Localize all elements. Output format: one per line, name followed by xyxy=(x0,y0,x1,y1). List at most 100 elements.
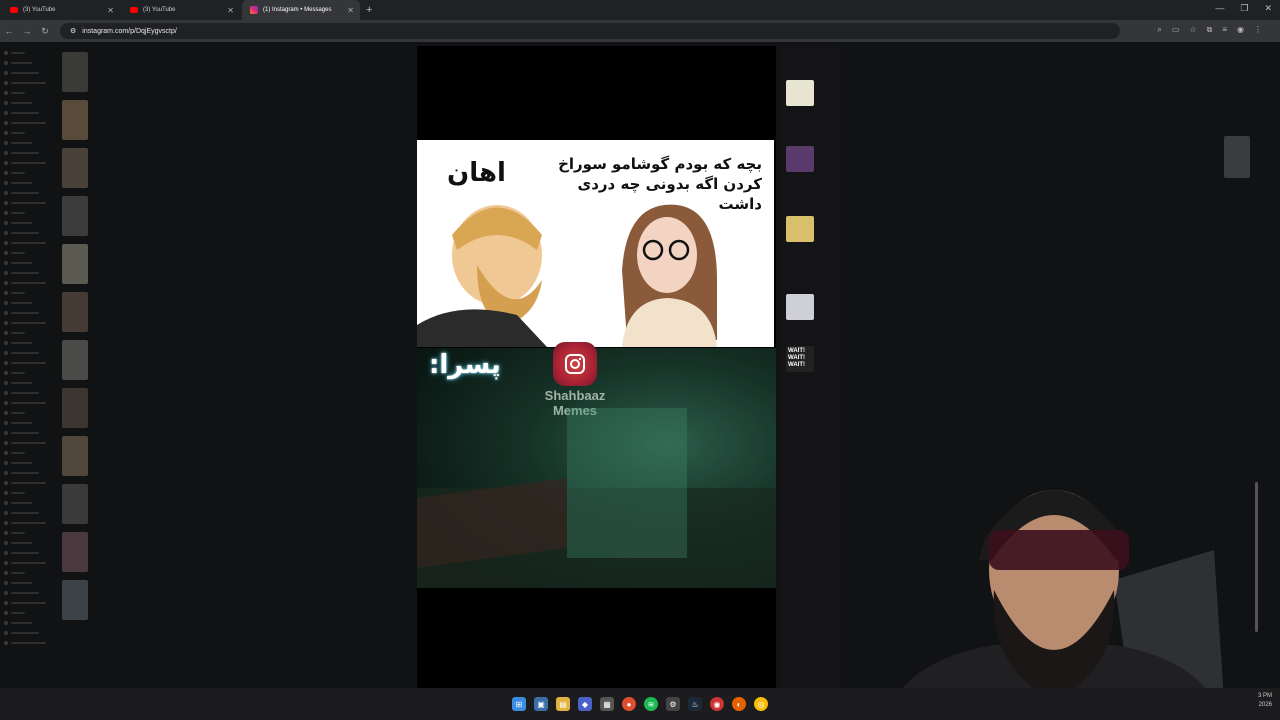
message-row[interactable] xyxy=(4,570,60,576)
message-row[interactable] xyxy=(4,70,60,76)
feed-thumbnail[interactable] xyxy=(786,146,814,172)
message-row[interactable] xyxy=(4,240,60,246)
message-row[interactable] xyxy=(4,360,60,366)
shared-media-thumbnail[interactable] xyxy=(62,436,88,476)
message-row[interactable] xyxy=(4,610,60,616)
message-row[interactable] xyxy=(4,340,60,346)
menu-icon[interactable]: ⋮ xyxy=(1254,25,1262,35)
media-icon[interactable]: ≡ xyxy=(1222,25,1227,35)
message-row[interactable] xyxy=(4,540,60,546)
folder-icon[interactable]: ▤ xyxy=(556,697,570,711)
message-row[interactable] xyxy=(4,260,60,266)
message-row[interactable] xyxy=(4,300,60,306)
message-row[interactable] xyxy=(4,140,60,146)
message-row[interactable] xyxy=(4,440,60,446)
tab-instagram[interactable]: (1) Instagram • Messages ✕ xyxy=(242,0,360,20)
feed-thumbnail[interactable] xyxy=(786,80,814,106)
system-clock[interactable]: 3 PM 2026 xyxy=(1258,692,1272,710)
message-row[interactable] xyxy=(4,160,60,166)
message-row[interactable] xyxy=(4,410,60,416)
shared-media-thumbnail[interactable] xyxy=(62,244,88,284)
message-row[interactable] xyxy=(4,500,60,506)
windows-icon[interactable]: ⊞ xyxy=(512,697,526,711)
message-row[interactable] xyxy=(4,600,60,606)
user-avatar-thumbnail[interactable] xyxy=(1224,136,1250,178)
message-row[interactable] xyxy=(4,290,60,296)
message-row[interactable] xyxy=(4,520,60,526)
message-row[interactable] xyxy=(4,390,60,396)
chat-feed[interactable]: WAIT! WAIT! WAIT! xyxy=(780,46,840,688)
message-row[interactable] xyxy=(4,400,60,406)
shared-media-thumbnail[interactable] xyxy=(62,532,88,572)
message-row[interactable] xyxy=(4,630,60,636)
profile-icon[interactable]: ◉ xyxy=(1237,25,1244,35)
message-row[interactable] xyxy=(4,370,60,376)
message-row[interactable] xyxy=(4,220,60,226)
close-icon[interactable]: ✕ xyxy=(347,6,354,15)
message-row[interactable] xyxy=(4,110,60,116)
message-row[interactable] xyxy=(4,330,60,336)
chrome-icon[interactable]: ◎ xyxy=(754,697,768,711)
message-row[interactable] xyxy=(4,420,60,426)
shared-media-thumbnail[interactable] xyxy=(62,484,88,524)
message-row[interactable] xyxy=(4,230,60,236)
url-field[interactable]: ⚙ instagram.com/p/DqjEygvsctp/ xyxy=(60,23,1120,39)
message-row[interactable] xyxy=(4,620,60,626)
message-row[interactable] xyxy=(4,100,60,106)
message-row[interactable] xyxy=(4,510,60,516)
spotify-icon[interactable]: ≋ xyxy=(644,697,658,711)
back-icon[interactable]: ← xyxy=(0,26,18,36)
shared-media-thumbnail[interactable] xyxy=(62,388,88,428)
shared-media-thumbnail[interactable] xyxy=(62,148,88,188)
app-icon[interactable]: ◉ xyxy=(710,697,724,711)
shared-media-thumbnail[interactable] xyxy=(62,292,88,332)
message-row[interactable] xyxy=(4,280,60,286)
firefox-icon[interactable]: ◐ xyxy=(732,697,746,711)
explorer-icon[interactable]: ▣ xyxy=(534,697,548,711)
message-row[interactable] xyxy=(4,170,60,176)
message-row[interactable] xyxy=(4,60,60,66)
minimize-icon[interactable]: — xyxy=(1215,3,1224,14)
message-row[interactable] xyxy=(4,130,60,136)
forward-icon[interactable]: → xyxy=(18,26,36,36)
bookmark-star-icon[interactable]: ☆ xyxy=(1189,25,1196,35)
store-icon[interactable]: ▦ xyxy=(600,697,614,711)
message-row[interactable] xyxy=(4,350,60,356)
message-row[interactable] xyxy=(4,480,60,486)
message-row[interactable] xyxy=(4,270,60,276)
close-icon[interactable]: ✕ xyxy=(107,6,114,15)
message-row[interactable] xyxy=(4,560,60,566)
message-row[interactable] xyxy=(4,120,60,126)
cast-icon[interactable]: ▭ xyxy=(1172,25,1180,35)
message-row[interactable] xyxy=(4,580,60,586)
shared-media-thumbnail[interactable] xyxy=(62,52,88,92)
message-row[interactable] xyxy=(4,550,60,556)
message-row[interactable] xyxy=(4,320,60,326)
message-row[interactable] xyxy=(4,80,60,86)
message-row[interactable] xyxy=(4,640,60,646)
message-row[interactable] xyxy=(4,210,60,216)
feed-thumbnail-wait[interactable]: WAIT! WAIT! WAIT! xyxy=(786,346,814,372)
tab-youtube-2[interactable]: (3) YouTube ✕ xyxy=(122,0,240,20)
message-row[interactable] xyxy=(4,380,60,386)
shared-media-thumbnail[interactable] xyxy=(62,580,88,620)
message-row[interactable] xyxy=(4,490,60,496)
message-row[interactable] xyxy=(4,430,60,436)
message-row[interactable] xyxy=(4,90,60,96)
messages-list[interactable] xyxy=(4,46,60,686)
shared-media-thumbnail[interactable] xyxy=(62,196,88,236)
shared-media-thumbnail[interactable] xyxy=(62,100,88,140)
message-row[interactable] xyxy=(4,470,60,476)
close-window-icon[interactable]: ✕ xyxy=(1264,3,1272,14)
message-row[interactable] xyxy=(4,530,60,536)
zoom-icon[interactable]: ⌕ xyxy=(1157,25,1161,35)
message-row[interactable] xyxy=(4,590,60,596)
new-tab-button[interactable]: + xyxy=(366,4,372,16)
tab-youtube-1[interactable]: (3) YouTube ✕ xyxy=(2,0,120,20)
feed-thumbnail[interactable] xyxy=(786,294,814,320)
message-row[interactable] xyxy=(4,310,60,316)
app-icon[interactable]: ◆ xyxy=(578,697,592,711)
reload-icon[interactable]: ↻ xyxy=(36,26,54,37)
restore-icon[interactable]: ❐ xyxy=(1240,3,1248,14)
extensions-icon[interactable]: ⧉ xyxy=(1207,25,1213,35)
